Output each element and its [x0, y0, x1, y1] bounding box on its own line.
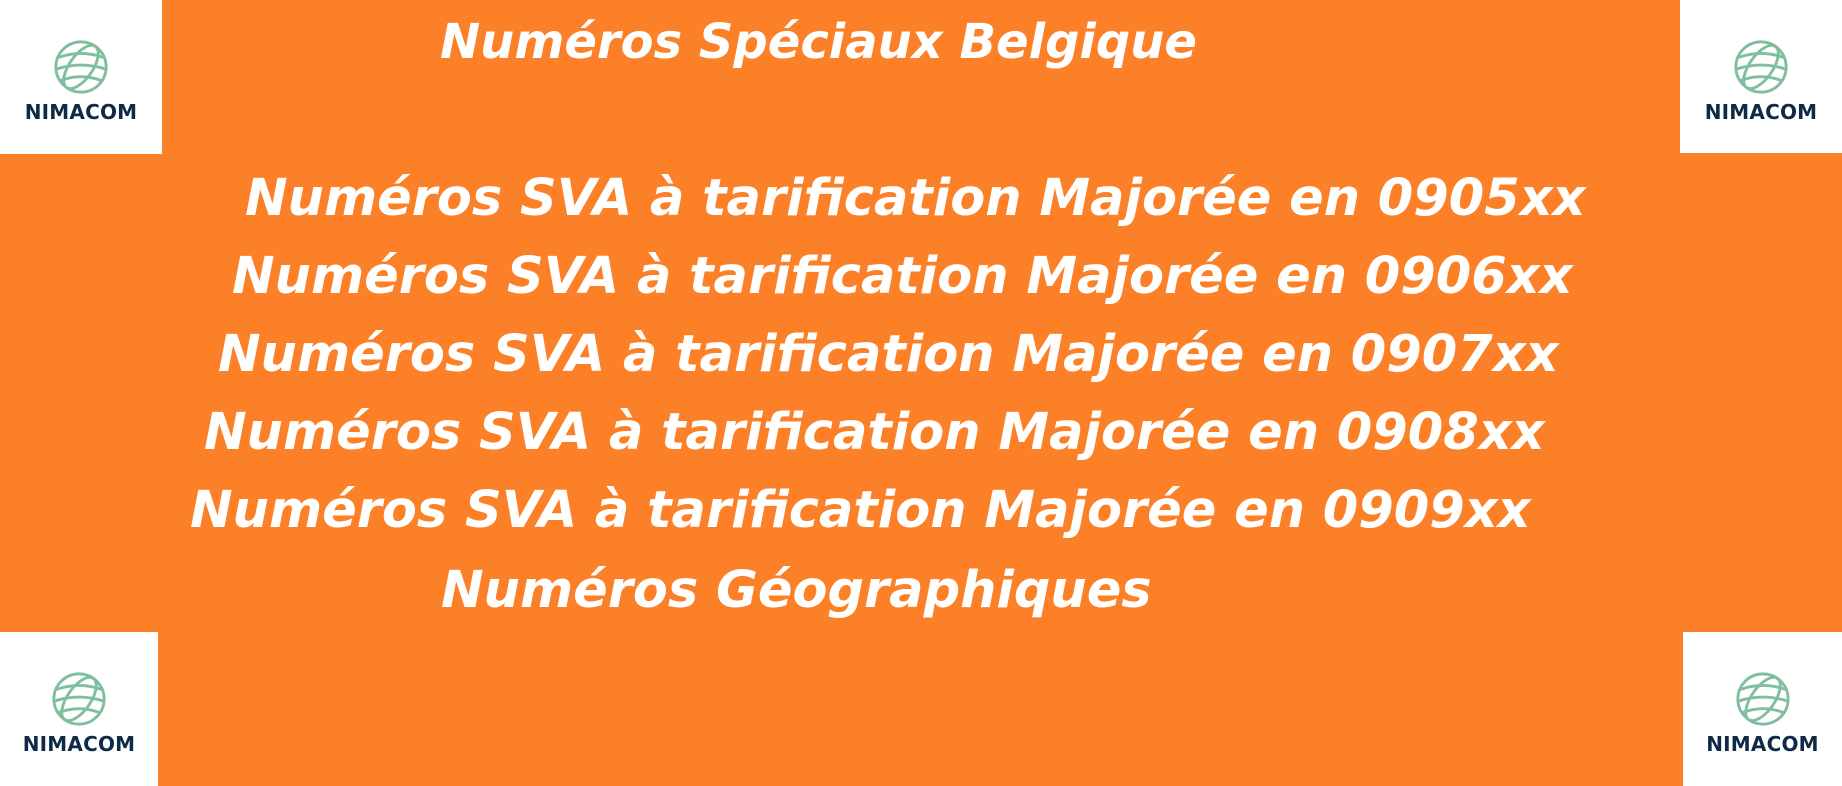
- globe-icon: [1734, 39, 1788, 94]
- sva-line-0908: Numéros SVA à tarification Majorée en 09…: [204, 403, 1545, 462]
- geographic-numbers-line: Numéros Géographiques: [441, 561, 1152, 620]
- logo-top-left: NIMACOM: [0, 0, 162, 154]
- logo-text: NIMACOM: [24, 100, 138, 124]
- page-heading: Numéros Spéciaux Belgique: [440, 14, 1197, 70]
- sva-line-0907: Numéros SVA à tarification Majorée en 09…: [218, 325, 1559, 384]
- globe-icon: [1735, 672, 1790, 726]
- sva-line-0909: Numéros SVA à tarification Majorée en 09…: [190, 481, 1531, 540]
- sva-line-0906: Numéros SVA à tarification Majorée en 09…: [232, 247, 1573, 306]
- logo-top-right: NIMACOM: [1680, 0, 1842, 153]
- logo-bottom-right: NIMACOM: [1683, 632, 1842, 786]
- logo-text: NIMACOM: [22, 732, 136, 756]
- globe-icon: [54, 40, 108, 94]
- logo-text: NIMACOM: [1706, 732, 1819, 756]
- logo-text: NIMACOM: [1704, 99, 1818, 124]
- sva-line-0905: Numéros SVA à tarification Majorée en 09…: [245, 169, 1586, 228]
- globe-icon: [52, 672, 106, 726]
- logo-bottom-left: NIMACOM: [0, 632, 158, 786]
